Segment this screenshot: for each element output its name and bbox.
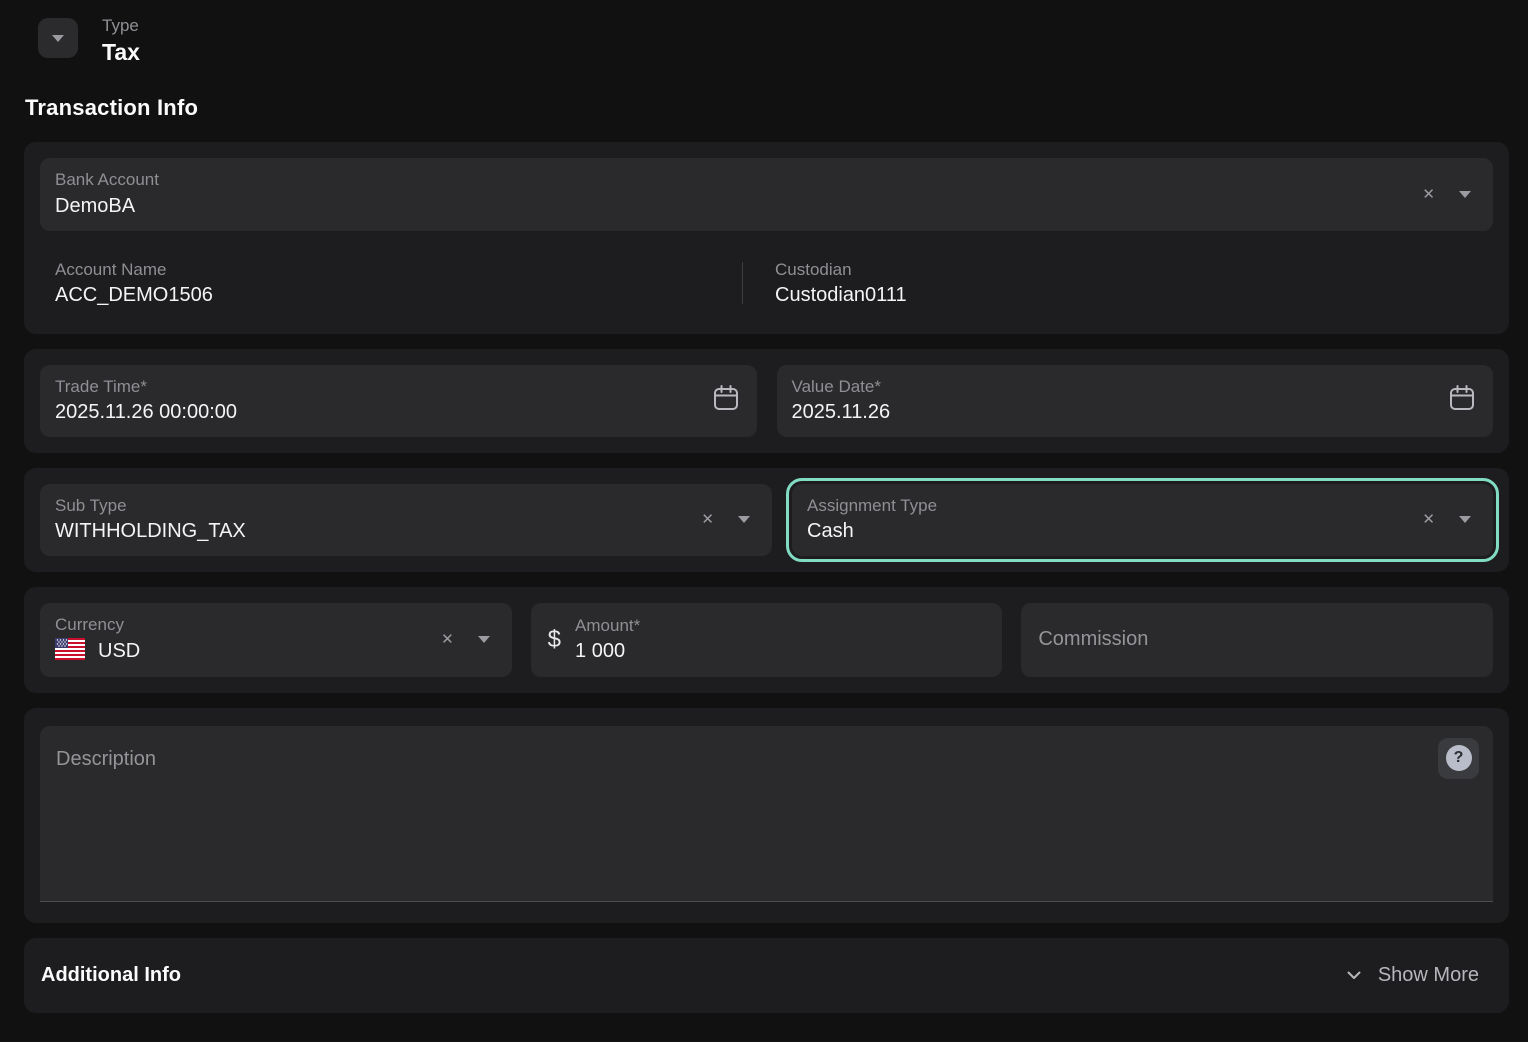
currency-value: USD (98, 638, 140, 664)
account-name-label: Account Name (55, 259, 742, 280)
us-flag-icon (55, 638, 85, 665)
type-value: Tax (102, 39, 140, 66)
clear-icon[interactable]: ✕ (1422, 512, 1435, 527)
sub-type-label: Sub Type (55, 495, 701, 516)
currency-label: Currency (55, 614, 441, 635)
clear-icon[interactable]: ✕ (701, 512, 714, 527)
caret-down-icon[interactable] (1459, 191, 1471, 198)
show-more-label: Show More (1378, 964, 1479, 987)
dates-card: Trade Time* 2025.11.26 00:00:00 Value Da… (24, 349, 1509, 453)
description-card: ? (24, 708, 1509, 923)
custodian-value: Custodian0111 (775, 282, 907, 308)
assignment-type-select[interactable]: Assignment Type Cash ✕ (792, 484, 1493, 556)
caret-down-icon[interactable] (478, 636, 490, 643)
bank-account-label: Bank Account (55, 169, 1422, 190)
additional-info-title: Additional Info (41, 964, 181, 987)
account-card: Bank Account DemoBA ✕ Account Name ACC_D… (24, 142, 1509, 334)
trade-time-field[interactable]: Trade Time* 2025.11.26 00:00:00 (40, 365, 757, 437)
account-info-row: Account Name ACC_DEMO1506 Custodian Cust… (40, 249, 1493, 318)
caret-down-icon[interactable] (1459, 516, 1471, 523)
trade-time-label: Trade Time* (55, 376, 699, 397)
custodian-block: Custodian Custodian0111 (775, 259, 907, 308)
clear-icon[interactable]: ✕ (1422, 187, 1435, 202)
calendar-icon[interactable] (1447, 383, 1477, 418)
question-mark-icon: ? (1446, 745, 1472, 771)
transaction-form-page: Type Tax Transaction Info Bank Account D… (0, 0, 1528, 1013)
caret-down-icon (52, 35, 64, 42)
amount-value: 1 000 (575, 638, 986, 664)
type-dropdown-button[interactable] (38, 18, 78, 58)
type-block: Type Tax (102, 16, 140, 66)
money-card: Currency (24, 587, 1509, 692)
sub-type-select[interactable]: Sub Type WITHHOLDING_TAX ✕ (40, 484, 772, 556)
calendar-icon[interactable] (711, 383, 741, 418)
commission-input[interactable] (1036, 628, 1477, 651)
assignment-type-label: Assignment Type (807, 495, 1422, 516)
additional-info-card: Additional Info Show More (24, 938, 1509, 1013)
value-date-field[interactable]: Value Date* 2025.11.26 (777, 365, 1494, 437)
value-date-label: Value Date* (792, 376, 1436, 397)
account-name-block: Account Name ACC_DEMO1506 (55, 259, 742, 308)
section-title: Transaction Info (25, 95, 1509, 121)
assignment-type-highlight: Assignment Type Cash ✕ (786, 478, 1499, 562)
vertical-divider (742, 262, 743, 304)
account-name-value: ACC_DEMO1506 (55, 282, 742, 308)
caret-down-icon[interactable] (738, 516, 750, 523)
dollar-sign-icon: $ (548, 626, 561, 654)
type-header: Type Tax (38, 16, 1509, 66)
type-card: Sub Type WITHHOLDING_TAX ✕ Assignment Ty… (24, 468, 1509, 572)
clear-icon[interactable]: ✕ (441, 632, 454, 647)
amount-field[interactable]: $ Amount* 1 000 (531, 603, 1003, 676)
help-button[interactable]: ? (1438, 738, 1479, 779)
custodian-label: Custodian (775, 259, 907, 280)
commission-field[interactable] (1021, 603, 1493, 676)
value-date-value: 2025.11.26 (792, 399, 1436, 425)
amount-label: Amount* (575, 615, 986, 636)
bank-account-value: DemoBA (55, 193, 1422, 219)
bank-account-select[interactable]: Bank Account DemoBA ✕ (40, 158, 1493, 230)
assignment-type-value: Cash (807, 518, 1422, 544)
show-more-button[interactable]: Show More (1329, 958, 1493, 993)
description-textarea[interactable] (40, 726, 1493, 901)
trade-time-value: 2025.11.26 00:00:00 (55, 399, 699, 425)
description-field[interactable]: ? (40, 726, 1493, 902)
currency-select[interactable]: Currency (40, 603, 512, 676)
chevron-down-icon (1343, 964, 1365, 986)
type-label: Type (102, 16, 140, 36)
sub-type-value: WITHHOLDING_TAX (55, 518, 701, 544)
